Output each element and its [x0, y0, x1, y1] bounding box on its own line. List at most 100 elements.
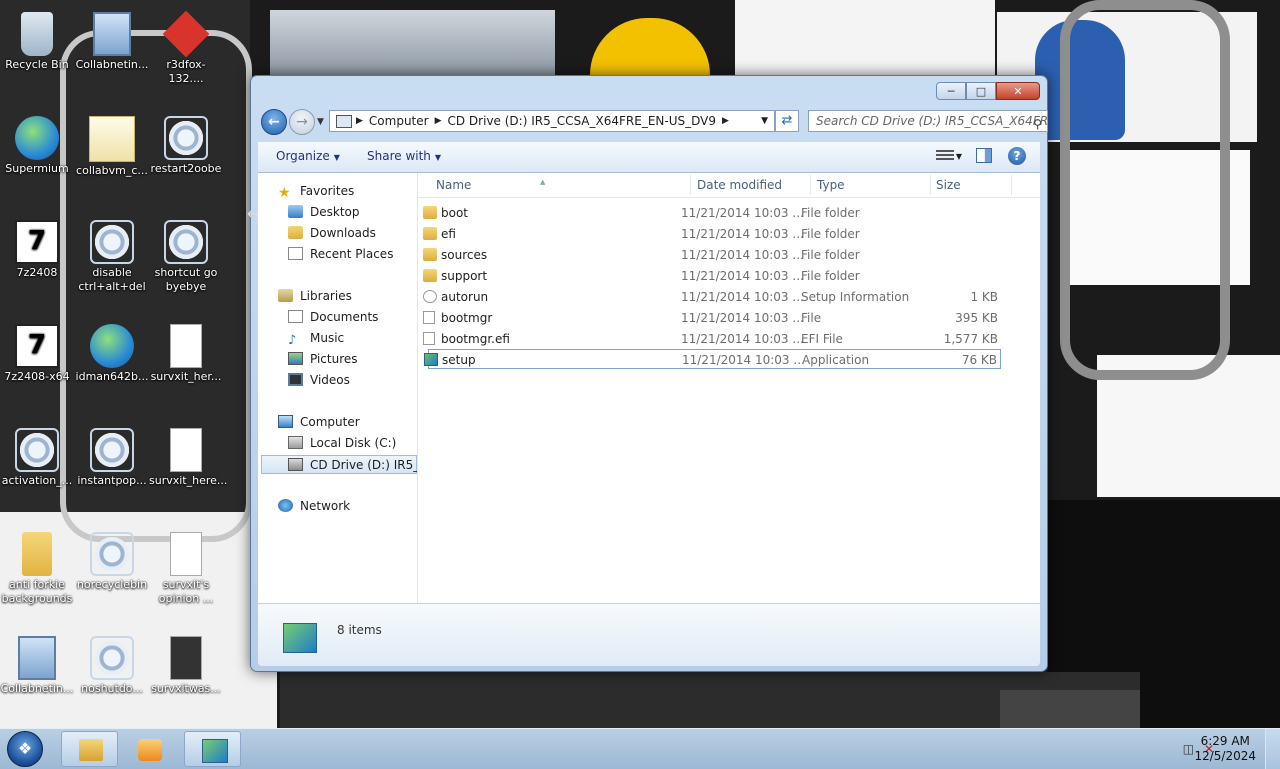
breadcrumb-chevron-icon[interactable]: ▶ — [435, 116, 442, 126]
nav-favorites[interactable]: ★ Favorites — [278, 182, 354, 201]
breadcrumb-chevron-icon[interactable]: ▶ — [356, 116, 363, 126]
nav-recent-places[interactable]: Recent Places — [288, 245, 393, 264]
desktop-icon-idman[interactable]: idman642b... — [75, 324, 149, 384]
desktop-icon-label: Collabnetin... — [75, 58, 149, 71]
desktop-icon-supermium[interactable]: Supermium — [0, 116, 74, 176]
wallpaper-scribble-2 — [1060, 0, 1230, 380]
desktop-icon-survxit-here[interactable]: survxit_here... — [149, 428, 227, 488]
desktop-icon-disable-ctrl-alt-del[interactable]: disable ctrl+alt+del — [75, 220, 149, 294]
column-header-size[interactable]: Size — [936, 178, 961, 192]
nav-pictures[interactable]: Pictures — [288, 350, 358, 369]
desktop-icon-survxitwas[interactable]: survxitwas... — [149, 636, 223, 696]
file-row[interactable]: boot 11/21/2014 10:03 ... File folder — [423, 203, 1001, 223]
share-with-button[interactable]: Share with ▼ — [367, 149, 441, 163]
search-input[interactable]: Search CD Drive (D:) IR5_CCSA_X64FR... ⚲ — [808, 110, 1048, 132]
file-list[interactable]: ▲ Name Date modified Type Size boot 11/2… — [418, 173, 1040, 603]
nav-cd-drive[interactable]: CD Drive (D:) IR5_CC — [261, 455, 417, 474]
desktop-icon-anti-forkie[interactable]: anti forkie backgrounds — [0, 532, 74, 606]
explorer-folder-icon — [79, 739, 103, 761]
file-name: autorun — [441, 290, 489, 304]
desktop-icon-norecyclebin[interactable]: norecyclebin — [75, 532, 149, 592]
desktop-icon-collabnetin-1[interactable]: Collabnetin... — [75, 12, 149, 72]
back-button[interactable]: ← — [261, 109, 287, 135]
refresh-button[interactable]: ⇄ — [775, 110, 799, 132]
taskbar-explorer-button[interactable] — [61, 731, 118, 767]
start-button[interactable]: ❖ — [7, 731, 43, 767]
desktop-icon-activation[interactable]: activation_... — [0, 428, 74, 488]
desktop-icon-7z2408-x64[interactable]: 7 7z2408-x64 — [0, 324, 74, 384]
file-name: bootmgr.efi — [441, 332, 510, 346]
column-header-type[interactable]: Type — [817, 178, 845, 192]
nav-videos[interactable]: Videos — [288, 371, 350, 390]
column-header-row: ▲ Name Date modified Type Size — [418, 173, 1040, 198]
close-button[interactable]: ✕ — [996, 82, 1040, 100]
file-row[interactable]: support 11/21/2014 10:03 ... File folder — [423, 266, 1001, 286]
file-row[interactable]: sources 11/21/2014 10:03 ... File folder — [423, 245, 1001, 265]
desktop-icon-instantpop[interactable]: instantpop... — [75, 428, 149, 488]
desktop-icon-noshutdo[interactable]: noshutdo... — [75, 636, 149, 696]
forward-button[interactable]: → — [289, 109, 315, 135]
taskbar-setup-button[interactable] — [184, 731, 241, 767]
network-status-icon[interactable]: ◫ — [1183, 742, 1194, 756]
view-options-dropdown[interactable]: ▼ — [956, 152, 962, 161]
desktop-icon-label: idman642b... — [75, 370, 149, 383]
downloads-folder-icon — [288, 226, 303, 239]
documents-icon — [288, 310, 303, 323]
breadcrumb-cd-drive[interactable]: CD Drive (D:) IR5_CCSA_X64FRE_EN-US_DV9 — [442, 114, 723, 128]
address-bar[interactable]: ▶ Computer ▶ CD Drive (D:) IR5_CCSA_X64F… — [329, 110, 775, 132]
desktop-icon-7z2408[interactable]: 7 7z2408 — [0, 220, 74, 280]
taskbar: ❖ ◫ ✕ 6:29 AM 12/5/2024 — [0, 728, 1280, 769]
file-row-selected[interactable]: setup 11/21/2014 10:03 ... Application 7… — [424, 349, 1001, 369]
desktop-icon-survxits-opinion[interactable]: survxit's opinion ... — [149, 532, 223, 606]
show-desktop-button[interactable] — [1265, 729, 1280, 769]
address-dropdown-icon[interactable]: ▼ — [761, 116, 768, 126]
column-header-date-modified[interactable]: Date modified — [697, 178, 782, 192]
breadcrumb-chevron-icon[interactable]: ▶ — [722, 116, 729, 126]
nav-computer[interactable]: Computer — [278, 413, 360, 432]
nav-libraries[interactable]: Libraries — [278, 287, 352, 306]
file-row[interactable]: bootmgr 11/21/2014 10:03 ... File 395 KB — [423, 308, 1001, 328]
nav-documents[interactable]: Documents — [288, 308, 378, 327]
desktop-icon-r3dfox[interactable]: r3dfox-132.... — [149, 10, 223, 86]
setup-application-icon — [202, 739, 228, 763]
column-header-name[interactable]: Name — [436, 178, 471, 192]
help-icon[interactable]: ? — [1008, 147, 1026, 165]
nav-label: Desktop — [310, 205, 360, 219]
desktop-icon-collabnetin-2[interactable]: Collabnetin... — [0, 636, 74, 696]
desktop-icon-restart2oobe[interactable]: restart2oobe — [149, 116, 223, 176]
desktop-icon-shortcut-go-byebye[interactable]: shortcut go byebye — [149, 220, 223, 294]
preview-pane-icon[interactable] — [976, 148, 992, 163]
change-view-icon[interactable] — [936, 148, 954, 162]
breadcrumb-computer[interactable]: Computer — [363, 114, 435, 128]
file-row[interactable]: bootmgr.efi 11/21/2014 10:03 ... EFI Fil… — [423, 329, 1001, 349]
computer-icon — [18, 636, 56, 680]
nav-desktop[interactable]: Desktop — [288, 203, 360, 222]
gear-icon — [164, 116, 208, 160]
maximize-button[interactable]: □ — [966, 82, 996, 100]
minimize-button[interactable]: ─ — [936, 82, 966, 100]
organize-button[interactable]: Organize ▼ — [276, 149, 340, 163]
recent-pages-dropdown[interactable]: ▼ — [317, 117, 324, 127]
file-type: File folder — [801, 206, 860, 220]
search-placeholder: Search CD Drive (D:) IR5_CCSA_X64FR... — [816, 114, 1048, 128]
wallpaper-cartoon-panel — [735, 0, 995, 75]
file-name: sources — [441, 248, 488, 262]
desktop-icon-collabvm-c[interactable]: collabvm_c... — [75, 116, 149, 178]
refresh-icon: ⇄ — [781, 113, 793, 128]
explorer-window[interactable]: ↔ ─ □ ✕ ← → ▼ ▶ Computer ▶ CD Drive (D:)… — [247, 75, 1048, 672]
taskbar-media-player-button[interactable] — [120, 731, 177, 767]
nav-music[interactable]: ♪ Music — [288, 329, 344, 348]
nav-local-disk[interactable]: Local Disk (C:) — [288, 434, 396, 453]
file-row[interactable]: efi 11/21/2014 10:03 ... File folder — [423, 224, 1001, 244]
supermium-icon — [15, 116, 59, 160]
desktop-icon-survxit-her[interactable]: survxit_her... — [149, 324, 223, 384]
wallpaper-yellow-face — [590, 18, 710, 75]
file-icon — [423, 311, 435, 324]
desktop-icon-recycle-bin[interactable]: Recycle Bin — [0, 12, 74, 72]
nav-network[interactable]: Network — [278, 497, 350, 516]
clock[interactable]: 6:29 AM 12/5/2024 — [1194, 734, 1256, 764]
navigation-pane[interactable]: ★ Favorites Desktop Downloads Recent Plac… — [258, 173, 418, 603]
file-date: 11/21/2014 10:03 ... — [681, 269, 804, 283]
file-row[interactable]: autorun 11/21/2014 10:03 ... Setup Infor… — [423, 287, 1001, 307]
nav-downloads[interactable]: Downloads — [288, 224, 376, 243]
